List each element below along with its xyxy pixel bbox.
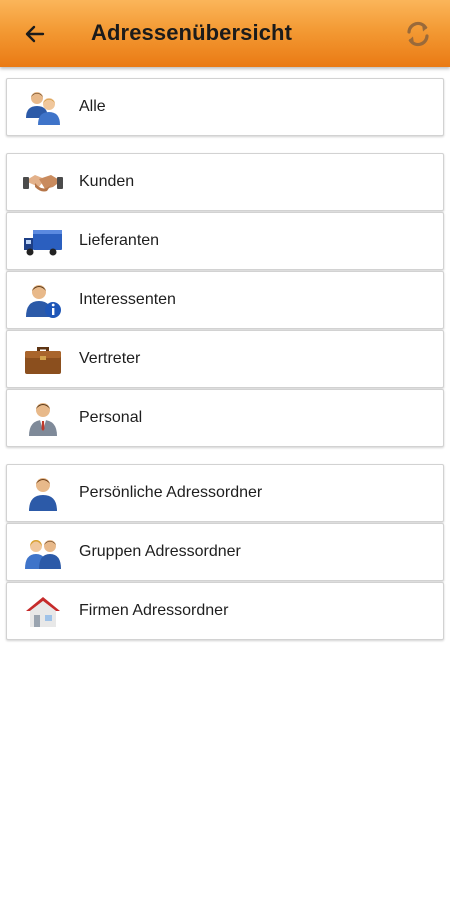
refresh-button[interactable] <box>398 14 438 54</box>
list-item-label: Firmen Adressordner <box>79 602 229 619</box>
arrow-left-icon <box>25 25 45 43</box>
list-item-label: Interessenten <box>79 291 176 308</box>
group-categories: Kunden Lieferanten Interessenten Vertret… <box>6 153 444 447</box>
group-folders: Persönliche Adressordner Gruppen Adresso… <box>6 464 444 640</box>
list-item-lieferanten[interactable]: Lieferanten <box>6 212 444 270</box>
list-item-personal[interactable]: Personal <box>6 389 444 447</box>
person-info-icon <box>26 285 61 318</box>
list-item-label: Persönliche Adressordner <box>79 484 263 501</box>
list-item-label: Kunden <box>79 173 135 190</box>
address-category-list: Alle Kunden Lieferanten Interessenten Ve… <box>6 78 444 657</box>
list-item-label: Alle <box>79 98 106 115</box>
list-item-vertreter[interactable]: Vertreter <box>6 330 444 388</box>
truck-icon <box>24 230 62 256</box>
list-item-label: Gruppen Adressordner <box>79 543 241 560</box>
list-item-firmen-adressordner[interactable]: Firmen Adressordner <box>6 582 444 640</box>
list-item-interessenten[interactable]: Interessenten <box>6 271 444 329</box>
house-icon <box>26 597 60 627</box>
list-item-alle[interactable]: Alle <box>6 78 444 136</box>
group-all: Alle <box>6 78 444 136</box>
list-item-gruppen-adressordner[interactable]: Gruppen Adressordner <box>6 523 444 581</box>
refresh-icon <box>407 21 429 47</box>
list-item-kunden[interactable]: Kunden <box>6 153 444 211</box>
handshake-icon <box>23 175 63 192</box>
back-button[interactable] <box>16 15 54 53</box>
briefcase-icon <box>25 347 61 374</box>
list-item-label: Personal <box>79 409 143 426</box>
list-item-label: Lieferanten <box>79 232 160 249</box>
list-item-persoenliche-adressordner[interactable]: Persönliche Adressordner <box>6 464 444 522</box>
person-icon <box>29 478 57 511</box>
app-bar: Adressenübersicht <box>0 0 450 67</box>
people-icon <box>26 92 60 125</box>
page-title: Adressenübersicht <box>91 20 292 45</box>
list-item-label: Vertreter <box>79 350 141 367</box>
group-icon <box>25 540 61 569</box>
employee-icon <box>29 403 57 436</box>
